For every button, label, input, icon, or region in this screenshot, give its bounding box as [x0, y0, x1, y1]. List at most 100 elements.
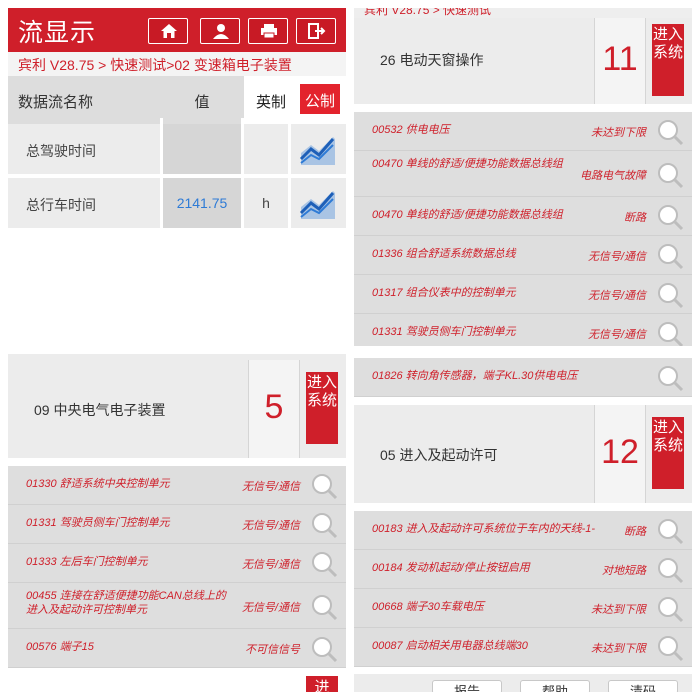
- list-item[interactable]: 01826 转向角传感器，端子KL.30供电电压: [354, 358, 692, 397]
- list-item[interactable]: 00470 单线的舒适/便捷功能数据总线组电路电气故障: [354, 151, 692, 197]
- metric-button[interactable]: 公制: [300, 84, 340, 114]
- print-button[interactable]: [248, 18, 288, 44]
- table-header: 数据流名称 值 英制 公制: [8, 76, 346, 124]
- search-icon[interactable]: [656, 364, 684, 392]
- fault-code: 01331 驾驶员侧车门控制单元: [372, 326, 516, 338]
- data-stream-panel: 流显示 宾利 V28.75 > 快速测试>02 变速箱电子装置 数据流名称 值 …: [8, 8, 346, 346]
- search-icon[interactable]: [656, 556, 684, 584]
- fault-code: 00183 进入及起动许可系统位于车内的天线-1-: [372, 523, 596, 535]
- fault-status: 电路电气故障: [580, 170, 646, 182]
- imperial-button[interactable]: 英制: [256, 91, 286, 112]
- list-item[interactable]: 01317 组合仪表中的控制单元 无信号/通信: [354, 275, 692, 314]
- fault-status: 无信号/通信: [241, 481, 300, 493]
- fault-status: 无信号/通信: [241, 559, 300, 571]
- search-icon[interactable]: [310, 472, 338, 500]
- enter-label: 进: [314, 679, 330, 692]
- exit-icon: [308, 23, 326, 39]
- list-item[interactable]: 00455 连接在舒适便捷功能CAN总线上的进入及起动许可控制单元 无信号/通信: [8, 583, 346, 629]
- list-item[interactable]: 00668 端子30车载电压 未达到下限: [354, 589, 692, 628]
- search-icon[interactable]: [656, 203, 684, 231]
- fault-code: 01331 驾驶员侧车门控制单元: [26, 517, 170, 529]
- fault-code: 00668 端子30车载电压: [372, 601, 484, 613]
- search-icon[interactable]: [656, 595, 684, 623]
- module-name: 26 电动天窗操作: [380, 52, 484, 68]
- fault-list: 00532 供电电压 未达到下限 00470 单线的舒适/便捷功能数据总线组电路电…: [354, 112, 692, 346]
- fault-code: 00184 发动机起动/停止按钮启用: [372, 562, 530, 574]
- list-item[interactable]: 00184 发动机起动/停止按钮启用 对地短路: [354, 550, 692, 589]
- search-icon[interactable]: [656, 517, 684, 545]
- fault-status: 无信号/通信: [587, 251, 646, 263]
- home-button[interactable]: [148, 18, 188, 44]
- search-icon[interactable]: [656, 634, 684, 662]
- fault-status: 断路: [624, 212, 646, 224]
- search-icon[interactable]: [656, 118, 684, 146]
- stream-unit: [244, 124, 288, 174]
- search-icon[interactable]: [310, 511, 338, 539]
- fault-list: 00183 进入及起动许可系统位于车内的天线-1- 断路 00184 发动机起动/…: [354, 511, 692, 667]
- fault-code: 00470 单线的舒适/便捷功能数据总线组: [372, 158, 563, 170]
- clear-codes-button[interactable]: 清码: [608, 680, 678, 692]
- list-item[interactable]: 00470 单线的舒适/便捷功能数据总线组 断路: [354, 197, 692, 236]
- fault-status: 未达到下限: [591, 604, 646, 616]
- list-item[interactable]: 00183 进入及起动许可系统位于车内的天线-1- 断路: [354, 511, 692, 550]
- user-icon: [213, 24, 229, 39]
- stream-name: 总驾驶时间: [8, 124, 160, 174]
- home-icon: [161, 24, 177, 38]
- unit-toggle: 英制 公制: [244, 76, 346, 124]
- graph-button[interactable]: [291, 178, 346, 228]
- search-icon[interactable]: [656, 161, 684, 189]
- line-graph-icon: [299, 191, 335, 219]
- breadcrumb: 宾利 V28.75 > 快速测试: [354, 8, 692, 18]
- list-item[interactable]: 00532 供电电压 未达到下限: [354, 112, 692, 151]
- module-row: 26 电动天窗操作 11 进入系统: [354, 18, 692, 104]
- fault-code: 01826 转向角传感器，端子KL.30供电电压: [372, 370, 578, 382]
- app-header: 流显示: [8, 8, 346, 52]
- search-icon[interactable]: [656, 320, 684, 346]
- enter-system-button[interactable]: 进入系统: [652, 24, 684, 96]
- fault-status: 无信号/通信: [587, 329, 646, 341]
- fault-code: 00087 启动相关用电器总线端30: [372, 640, 528, 652]
- fault-status: 无信号/通信: [241, 602, 300, 614]
- next-module-enter-button[interactable]: 进: [306, 676, 338, 692]
- enter-system-button[interactable]: 进入系统: [652, 417, 684, 489]
- module-name: 09 中央电气电子装置: [34, 402, 166, 418]
- exit-button[interactable]: [296, 18, 336, 44]
- search-icon[interactable]: [310, 593, 338, 621]
- search-icon[interactable]: [310, 550, 338, 578]
- fault-status: 断路: [624, 526, 646, 538]
- list-item[interactable]: 00576 端子15 不可信信号: [8, 629, 346, 668]
- list-item[interactable]: 01331 驾驶员侧车门控制单元 无信号/通信: [354, 314, 692, 346]
- fault-status: 未达到下限: [591, 127, 646, 139]
- module-row: 05 进入及起动许可 12 进入系统: [354, 405, 692, 503]
- search-icon[interactable]: [656, 242, 684, 270]
- search-icon[interactable]: [310, 635, 338, 663]
- fault-count: 11: [594, 18, 646, 104]
- graph-button[interactable]: [291, 124, 346, 174]
- list-item[interactable]: 01330 舒适系统中央控制单元 无信号/通信: [8, 466, 346, 505]
- fault-code: 00532 供电电压: [372, 124, 450, 136]
- fault-code: 01333 左后车门控制单元: [26, 556, 148, 568]
- fault-count: 12: [594, 405, 646, 503]
- user-button[interactable]: [200, 18, 240, 44]
- fault-status: 无信号/通信: [587, 290, 646, 302]
- fault-list: 01826 转向角传感器，端子KL.30供电电压: [354, 358, 692, 397]
- help-button[interactable]: 帮助: [520, 680, 590, 692]
- enter-system-button[interactable]: 进入系统: [306, 372, 338, 444]
- column-value-header: 值: [163, 76, 241, 124]
- list-item[interactable]: 00087 启动相关用电器总线端30 未达到下限: [354, 628, 692, 667]
- bottom-toolbar: 报告 帮助 清码: [354, 674, 692, 692]
- report-button[interactable]: 报告: [432, 680, 502, 692]
- fault-status: 无信号/通信: [241, 520, 300, 532]
- page-title: 流显示: [18, 19, 97, 47]
- stream-unit: h: [244, 178, 288, 228]
- list-item[interactable]: 01336 组合舒适系统数据总线 无信号/通信: [354, 236, 692, 275]
- fault-status: 不可信信号: [245, 644, 300, 656]
- breadcrumb: 宾利 V28.75 > 快速测试>02 变速箱电子装置: [8, 52, 346, 76]
- stream-name: 总行车时间: [8, 178, 160, 228]
- module-row: 09 中央电气电子装置 5 进入系统: [8, 360, 346, 458]
- search-icon[interactable]: [656, 281, 684, 309]
- printer-icon: [261, 24, 277, 39]
- list-item[interactable]: 01333 左后车门控制单元 无信号/通信: [8, 544, 346, 583]
- list-item[interactable]: 01331 驾驶员侧车门控制单元 无信号/通信: [8, 505, 346, 544]
- fault-code: 01317 组合仪表中的控制单元: [372, 287, 516, 299]
